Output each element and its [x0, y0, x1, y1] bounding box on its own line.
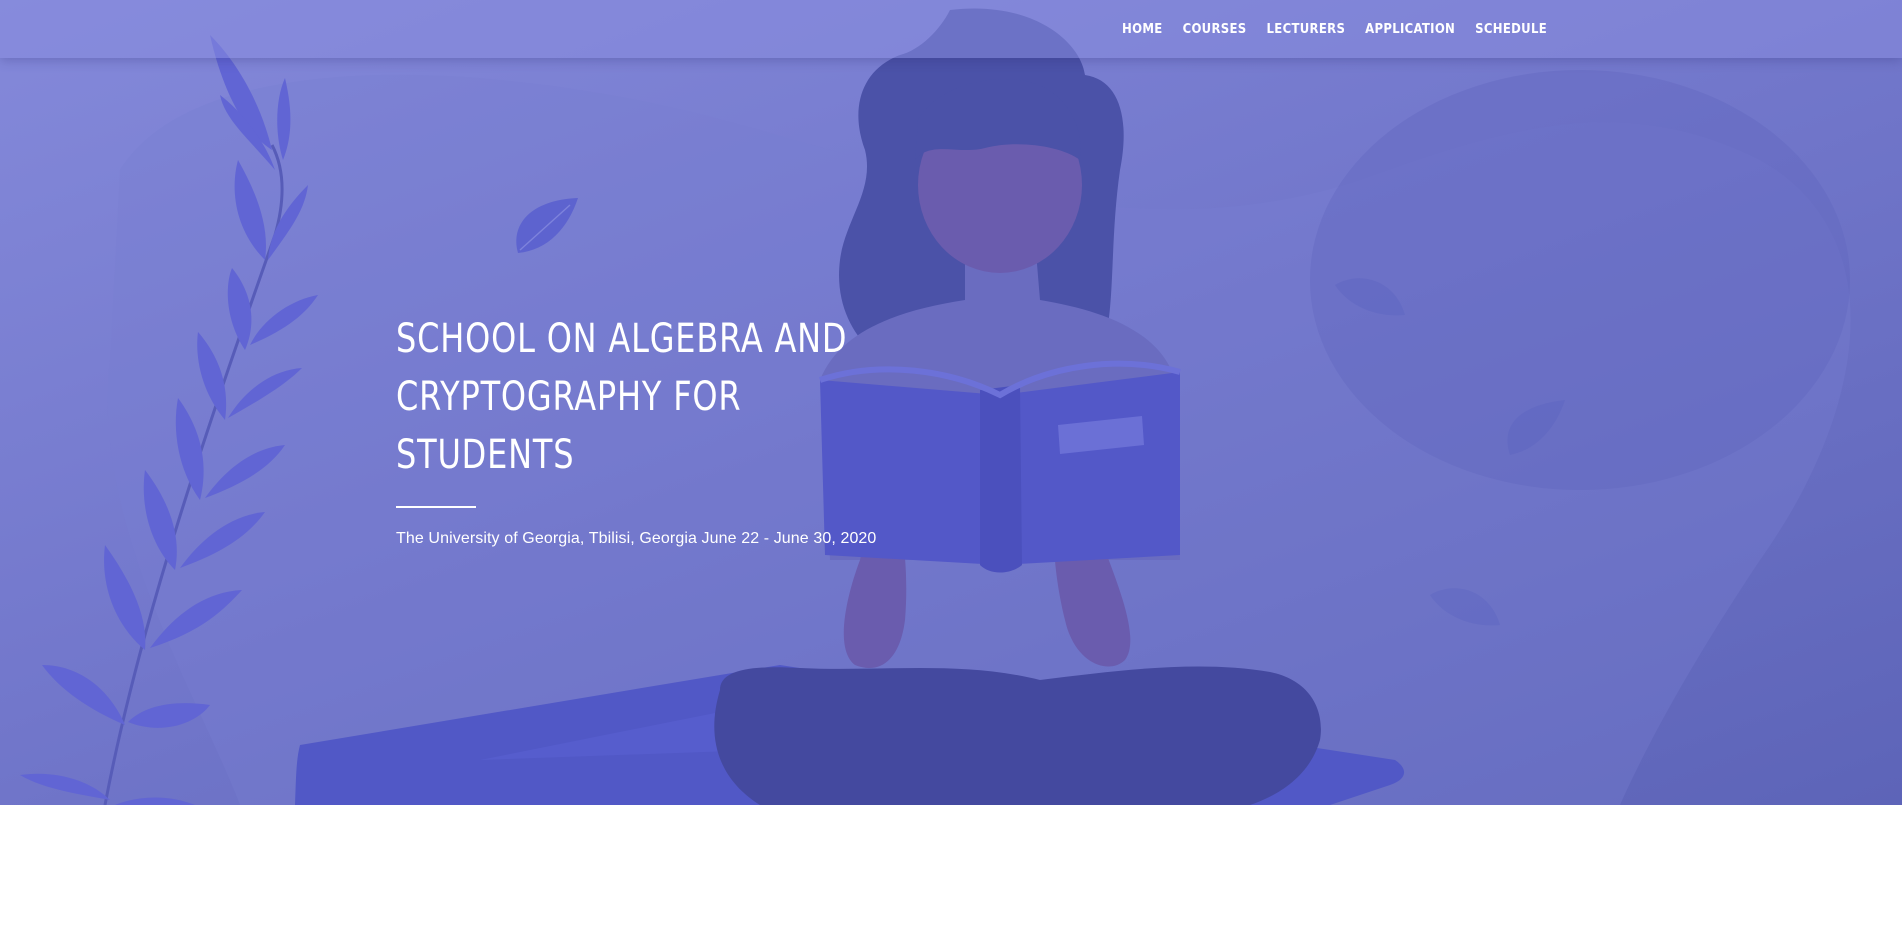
page-title-line-2: CRYPTOGRAPHY FOR STUDENTS: [396, 374, 742, 478]
page-title-line-1: SCHOOL ON ALGEBRA AND: [396, 316, 848, 362]
nav-link-courses[interactable]: COURSES: [1173, 22, 1257, 37]
hero-section: HOME COURSES LECTURERS APPLICATION SCHED…: [0, 0, 1902, 805]
background-blob: [1310, 70, 1850, 490]
nav-link-schedule[interactable]: SCHEDULE: [1465, 22, 1557, 37]
top-navbar: HOME COURSES LECTURERS APPLICATION SCHED…: [0, 0, 1902, 58]
main-navigation: HOME COURSES LECTURERS APPLICATION SCHED…: [1112, 0, 1557, 58]
nav-link-home[interactable]: HOME: [1112, 22, 1173, 37]
content-area: [0, 805, 1902, 946]
nav-link-lecturers[interactable]: LECTURERS: [1257, 22, 1356, 37]
page-title: SCHOOL ON ALGEBRA AND CRYPTOGRAPHY FOR S…: [396, 310, 908, 484]
hero-subtitle: The University of Georgia, Tbilisi, Geor…: [396, 530, 877, 547]
title-divider: [396, 506, 476, 508]
nav-link-application[interactable]: APPLICATION: [1355, 22, 1465, 37]
hero-content: SCHOOL ON ALGEBRA AND CRYPTOGRAPHY FOR S…: [396, 310, 1016, 548]
